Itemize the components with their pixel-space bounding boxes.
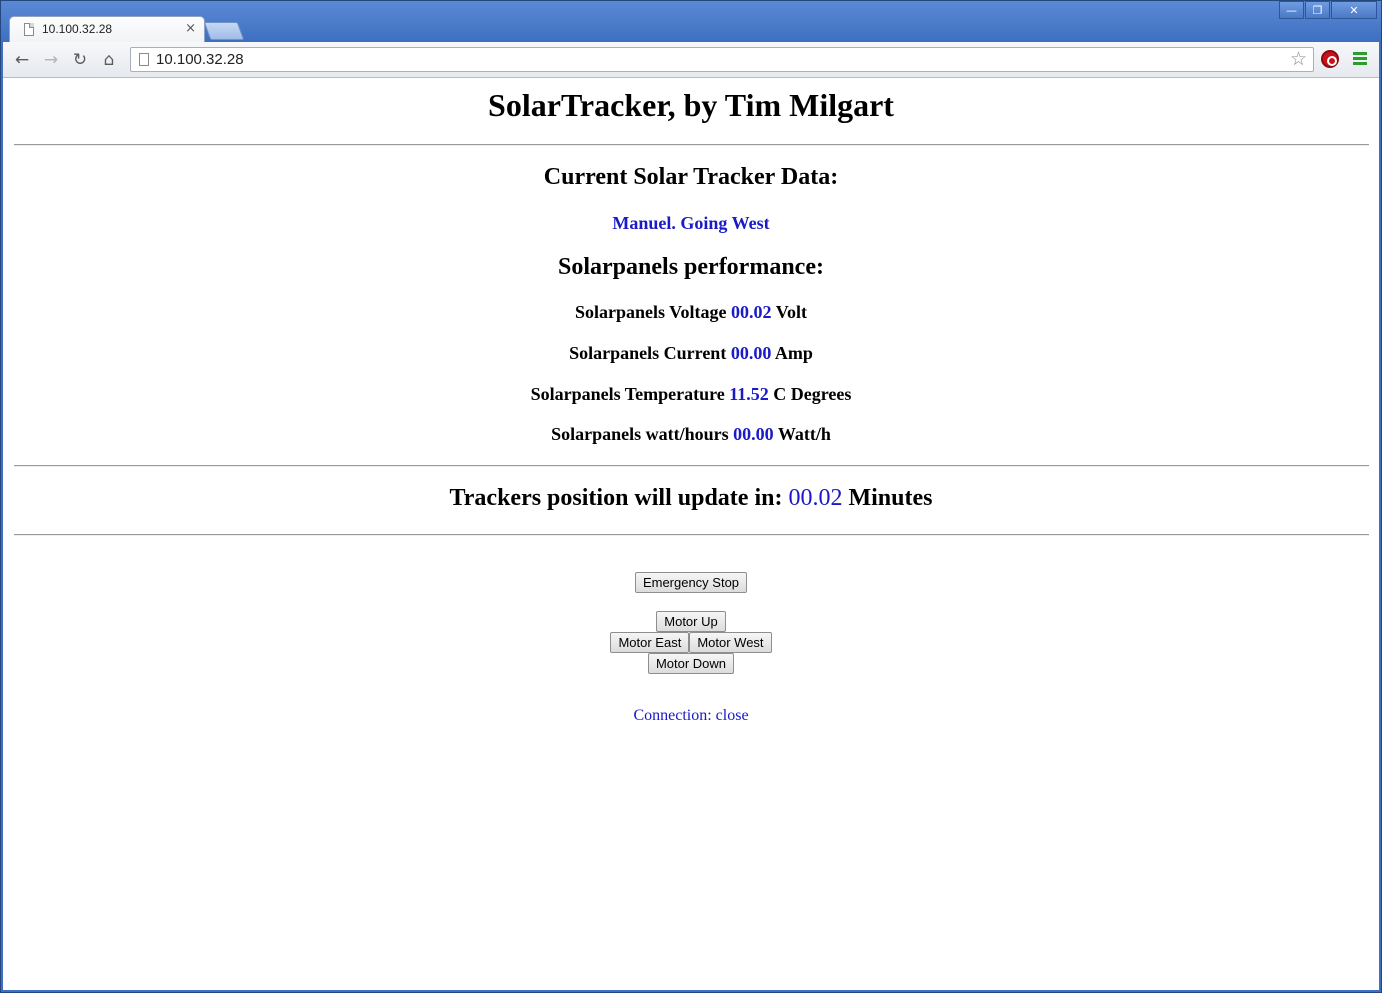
page-icon	[24, 23, 34, 36]
page-info-icon	[139, 53, 149, 66]
motor-east-west-row: Motor East Motor West	[3, 632, 1379, 653]
metric-value: 11.52	[729, 384, 769, 404]
current-data-heading: Current Solar Tracker Data:	[543, 164, 839, 190]
voltage-row: Solarpanels Voltage 00.02 Volt	[3, 302, 1379, 323]
metric-label: Solarpanels Voltage	[574, 302, 727, 322]
update-value: 00.02	[788, 485, 843, 511]
motor-up-row: Motor Up	[3, 611, 1379, 632]
maximize-button[interactable]: ❐	[1305, 1, 1330, 19]
window-controls: — ❐ ✕	[1278, 1, 1377, 20]
minimize-button[interactable]: —	[1279, 1, 1304, 19]
performance-heading: Solarpanels performance:	[558, 254, 824, 280]
address-bar[interactable]: 10.100.32.28 ☆	[130, 47, 1314, 72]
browser-toolbar: ← → ↻ ⌂ 10.100.32.28 ☆	[3, 42, 1379, 78]
metric-unit: Volt	[775, 302, 808, 322]
forward-icon[interactable]: →	[40, 49, 62, 71]
emergency-stop-button[interactable]: Emergency Stop	[634, 572, 748, 593]
metric-label: Solarpanels Current	[569, 343, 727, 363]
watt-hours-row: Solarpanels watt/hours 00.00 Watt/h	[3, 424, 1379, 445]
new-tab-button[interactable]	[203, 22, 245, 40]
motor-west-button[interactable]: Motor West	[689, 632, 772, 653]
back-icon[interactable]: ←	[11, 49, 33, 71]
metric-unit: Watt/h	[777, 424, 831, 444]
bookmark-star-icon[interactable]: ☆	[1290, 48, 1307, 71]
update-countdown: Trackers position will update in: 00.02 …	[3, 485, 1379, 512]
tracker-status: Manuel. Going West	[612, 213, 770, 233]
metric-value: 00.00	[730, 343, 772, 363]
metric-value: 00.02	[731, 302, 772, 322]
page-content: SolarTracker, by Tim Milgart Current Sol…	[3, 78, 1379, 990]
motor-east-button[interactable]: Motor East	[610, 632, 690, 653]
emergency-row: Emergency Stop	[3, 572, 1379, 593]
metric-label: Solarpanels watt/hours	[551, 424, 729, 444]
metric-label: Solarpanels Temperature	[530, 384, 725, 404]
motor-up-button[interactable]: Motor Up	[656, 611, 726, 632]
connection-status: Connection: close	[3, 707, 1379, 725]
motor-down-row: Motor Down	[3, 653, 1379, 674]
connection-value: close	[715, 707, 749, 724]
tab-title: 10.100.32.28	[42, 22, 113, 36]
page-title: SolarTracker, by Tim Milgart	[488, 87, 894, 123]
connection-label: Connection:	[633, 707, 712, 724]
update-unit: Minutes	[848, 485, 933, 511]
tab-strip: 10.100.32.28 × — ❐ ✕	[1, 1, 1381, 43]
divider	[14, 465, 1369, 467]
home-icon[interactable]: ⌂	[98, 49, 120, 71]
temperature-row: Solarpanels Temperature 11.52 C Degrees	[3, 384, 1379, 405]
tab-close-icon[interactable]: ×	[185, 21, 196, 37]
motor-down-button[interactable]: Motor Down	[647, 653, 735, 674]
metric-unit: C Degrees	[773, 384, 852, 404]
menu-icon[interactable]	[1353, 52, 1367, 67]
close-window-button[interactable]: ✕	[1331, 1, 1377, 19]
update-label: Trackers position will update in:	[449, 485, 783, 511]
current-row: Solarpanels Current 00.00 Amp	[3, 343, 1379, 364]
divider	[14, 144, 1369, 146]
adblock-extension-icon[interactable]	[1321, 50, 1339, 68]
reload-icon[interactable]: ↻	[69, 49, 91, 71]
metric-value: 00.00	[733, 424, 774, 444]
metric-unit: Amp	[774, 343, 813, 363]
active-tab[interactable]: 10.100.32.28 ×	[9, 16, 205, 43]
divider	[14, 534, 1369, 536]
url-text[interactable]: 10.100.32.28	[156, 51, 244, 68]
browser-window: 10.100.32.28 × — ❐ ✕ ← → ↻ ⌂ 10.100.32.2…	[0, 0, 1382, 993]
